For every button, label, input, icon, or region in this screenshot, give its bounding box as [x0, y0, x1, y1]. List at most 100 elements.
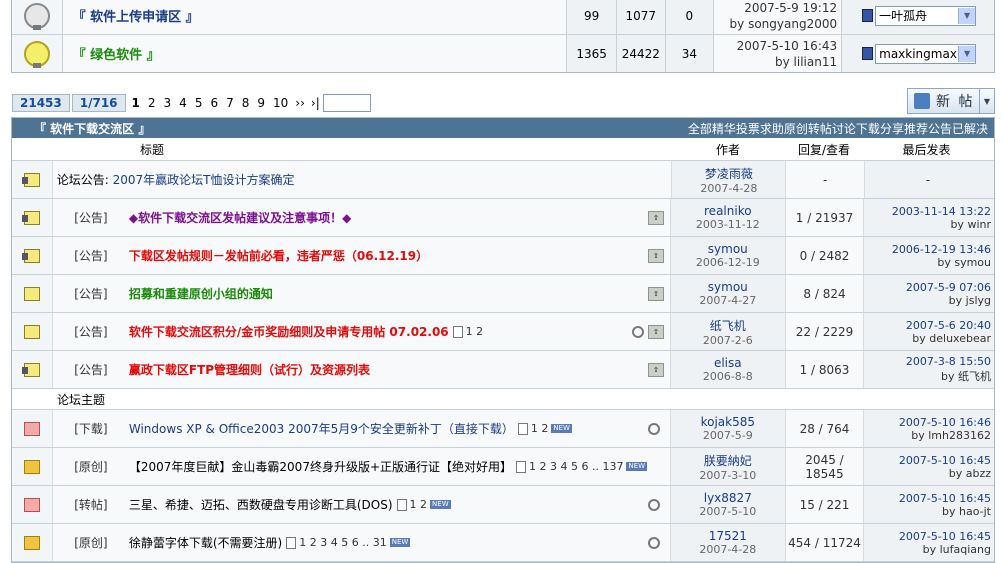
page-link[interactable]: 9 — [253, 95, 269, 111]
thread-page-links[interactable]: 1 2 — [531, 422, 549, 435]
new-post-button[interactable]: 新 帖 ▼ — [907, 88, 995, 114]
thread-title-link[interactable]: Windows XP & Office2003 2007年5月9个安全更新补丁（… — [129, 420, 514, 437]
thread-type-tag: [下载] — [74, 422, 108, 436]
author-link[interactable]: symou — [708, 242, 748, 256]
post-date: 2007-2-6 — [702, 333, 753, 347]
thread-title-link[interactable]: 徐静蕾字体下载(不需要注册) — [129, 534, 282, 551]
new-icon: NEW — [430, 500, 451, 509]
post-date: 2007-4-28 — [700, 181, 758, 195]
filter-link[interactable]: 下载 — [856, 120, 880, 137]
filter-link[interactable]: 讨论 — [832, 120, 856, 137]
last-post-by: by symou — [937, 255, 991, 269]
thread-type-tag: [原创] — [74, 460, 108, 474]
reply-view-count: 2045 / 18545 — [805, 452, 844, 481]
thread-title-link[interactable]: 招募和重建原创小组的通知 — [129, 285, 273, 302]
last-post-by: by lufaqiang — [922, 542, 991, 556]
thread-page-links[interactable]: 1 2 3 4 5 6 .. 31 — [299, 536, 386, 549]
announcement-link[interactable]: 2007年赢政论坛T恤设计方案确定 — [113, 173, 295, 187]
forum-last-post-date[interactable]: 2007-5-10 16:43 — [737, 38, 838, 54]
filter-link[interactable]: 推荐 — [904, 120, 928, 137]
author-link[interactable]: lyx8827 — [704, 491, 752, 505]
filter-link[interactable]: 投票 — [736, 120, 760, 137]
author-link[interactable]: 朕要納妃 — [704, 452, 752, 469]
last-post-date[interactable]: 2007-3-8 15:50 — [906, 355, 991, 368]
forum-link[interactable]: 『 绿色软件 』 — [73, 44, 160, 63]
reply-count: 28 — [799, 421, 815, 436]
filter-link[interactable]: 精华 — [712, 120, 736, 137]
reply-count: 15 — [799, 497, 815, 512]
reply-count: 8 — [803, 286, 812, 301]
page-link[interactable]: 6 — [206, 95, 222, 111]
reply-count: 0 — [799, 248, 808, 263]
reply-view-count: 1 / 21937 — [795, 210, 854, 225]
filter-link[interactable]: 全部 — [688, 120, 712, 137]
last-post-date[interactable]: 2007-5-6 20:40 — [906, 319, 991, 332]
next-pages-button[interactable]: ›› — [292, 95, 308, 111]
forum-link[interactable]: 『 软件上传申请区 』 — [73, 6, 199, 25]
thread-title-link[interactable]: 软件下载交流区积分/金币奖励细则及申请专用帖 07.02.06 — [129, 323, 449, 340]
subforum-row: 『 软件上传申请区 』 99 1077 0 2007-5-9 19:12 by … — [12, 0, 994, 35]
filter-link[interactable]: 公告 — [928, 120, 952, 137]
thread-title-link[interactable]: 赢政下载区FTP管理细则（试行）及资源列表 — [129, 361, 370, 378]
thread-title-link[interactable]: ◆软件下载交流区发帖建议及注意事项！◆ — [129, 209, 351, 226]
last-post-date[interactable]: 2006-12-19 13:46 — [892, 243, 991, 256]
view-count: 8063 — [818, 362, 850, 377]
forum-status-bulb-icon — [23, 2, 50, 30]
thread-page-links[interactable]: 1 2 3 4 5 6 .. 137 — [529, 460, 623, 473]
new-icon: NEW — [551, 424, 572, 433]
reply-count: 22 — [795, 324, 812, 339]
column-headers: 标题 作者 回复/查看 最后发表 — [12, 138, 994, 161]
author-link[interactable]: realniko — [704, 204, 752, 218]
page-link[interactable]: 7 — [222, 95, 238, 111]
moderator-select[interactable]: 一叶孤舟 ▼ — [862, 5, 977, 26]
page-link[interactable]: 10 — [269, 95, 292, 111]
page-link[interactable]: 5 — [191, 95, 207, 111]
author-link[interactable]: 17521 — [709, 529, 747, 543]
filter-link[interactable]: 已解决 — [952, 120, 988, 137]
last-page-button[interactable]: ›| — [308, 95, 323, 111]
moderator-select[interactable]: maxkingmax ▼ — [862, 43, 977, 64]
thread-row: [下载] Windows XP & Office2003 2007年5月9个安全更… — [12, 410, 994, 448]
author-link[interactable]: 纸飞机 — [710, 317, 746, 334]
thread-page-links[interactable]: 1 2 — [410, 498, 428, 511]
last-post-date[interactable]: 2007-5-10 16:45 — [899, 530, 991, 543]
thread-type-tag: [公告] — [74, 249, 108, 263]
last-post-date[interactable]: 2007-5-9 07:06 — [906, 281, 991, 294]
last-post-by: by abzz — [948, 466, 991, 480]
page-link[interactable]: 2 — [144, 95, 160, 111]
thread-type-tag: [公告] — [74, 211, 108, 225]
col-last: 最后发表 — [902, 142, 951, 157]
thread-table: 『 软件下载交流区 』 全部 精华 投票 求助 原创 转帖 讨论 下载 分享 推荐 公告 已解决 标题… — [11, 117, 995, 563]
last-post-date[interactable]: 2007-5-10 16:45 — [899, 454, 991, 467]
thread-title-link[interactable]: 三星、希捷、迈拓、西数硬盘专用诊断工具(DOS) — [129, 496, 393, 513]
author-link[interactable]: elisa — [714, 356, 742, 370]
last-post: - — [925, 172, 931, 187]
filter-link[interactable]: 求助 — [760, 120, 784, 137]
page-jump-input[interactable] — [322, 94, 371, 112]
filter-link[interactable]: 转帖 — [808, 120, 832, 137]
view-count: 18545 — [805, 466, 844, 481]
thread-title-link[interactable]: 【2007年度巨献】金山毒霸2007终身升级版+正版通行证【绝对好用】 — [129, 458, 512, 475]
author-link[interactable]: 梦凌雨薇 — [705, 165, 753, 182]
thread-row: [公告] 赢政下载区FTP管理细则（试行）及资源列表 ⇧ elisa 2006-8-8 1… — [12, 351, 994, 389]
page-link[interactable]: 4 — [175, 95, 191, 111]
last-post-date[interactable]: 2007-5-10 16:46 — [899, 416, 991, 429]
page-link[interactable]: 3 — [160, 95, 176, 111]
page-link[interactable]: 8 — [238, 95, 254, 111]
filter-link[interactable]: 原创 — [784, 120, 808, 137]
chevron-down-icon[interactable]: ▼ — [979, 89, 994, 113]
author-link[interactable]: kojak585 — [701, 415, 755, 429]
thread-type-tag: [原创] — [74, 536, 108, 550]
folder-locked-icon — [21, 362, 40, 377]
reply-view-count: 15 / 221 — [799, 497, 850, 512]
last-post-date[interactable]: 2003-11-14 13:22 — [892, 205, 991, 218]
thread-title-link[interactable]: 下载区发帖规则－发帖前必看，违者严惩（06.12.19） — [129, 247, 428, 264]
author-link[interactable]: symou — [708, 280, 748, 294]
last-post-by: by jslyg — [948, 293, 991, 307]
last-post-date[interactable]: 2007-5-10 16:45 — [899, 492, 991, 505]
thread-page-links[interactable]: 1 2 — [466, 325, 484, 338]
post-date: 2006-12-19 — [695, 256, 760, 269]
filter-link[interactable]: 分享 — [880, 120, 904, 137]
attachment-icon — [629, 323, 647, 340]
forum-last-post-date[interactable]: 2007-5-9 19:12 — [744, 0, 837, 16]
